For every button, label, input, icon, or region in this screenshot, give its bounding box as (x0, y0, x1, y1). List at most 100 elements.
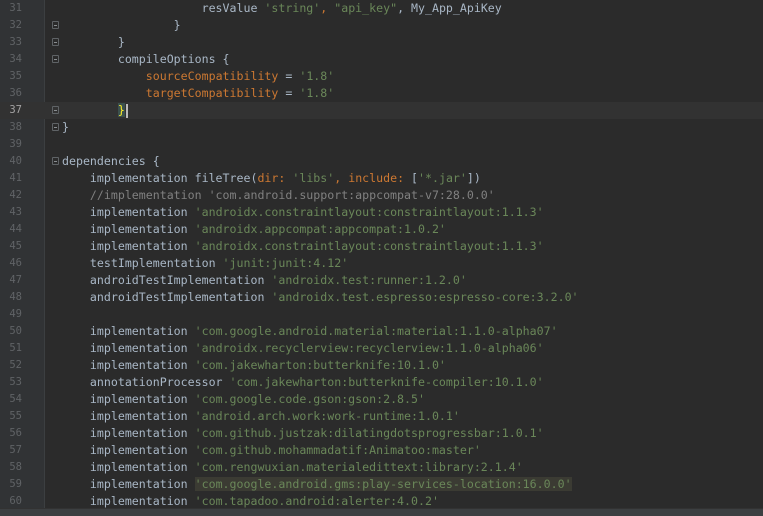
code-token: 'com.github.justzak:dilatingdotsprogress… (194, 426, 544, 440)
code-line[interactable]: 56 implementation 'com.github.justzak:di… (0, 425, 763, 442)
code-text: implementation fileTree(dir: 'libs', inc… (62, 170, 481, 187)
code-token: '*.jar' (418, 171, 467, 185)
code-line[interactable]: 34 compileOptions { (0, 51, 763, 68)
code-line[interactable]: 48 androidTestImplementation 'androidx.t… (0, 289, 763, 306)
code-token: { (152, 154, 160, 168)
code-text: } (62, 34, 125, 51)
text-caret (125, 103, 128, 118)
code-line[interactable]: 44 implementation 'androidx.appcompat:ap… (0, 221, 763, 238)
code-line[interactable]: 32 } (0, 17, 763, 34)
code-line[interactable]: 53 annotationProcessor 'com.jakewharton:… (0, 374, 763, 391)
line-number: 37 (9, 104, 22, 116)
code-token: ]) (466, 171, 481, 185)
code-line[interactable]: 39 (0, 136, 763, 153)
code-token: 'com.jakewharton:butterknife:10.1.0' (194, 358, 446, 372)
code-text: implementation 'androidx.constraintlayou… (62, 238, 544, 255)
line-number: 58 (9, 461, 22, 473)
fold-toggle-icon[interactable] (52, 157, 59, 165)
code-text: implementation 'android.arch.work:work-r… (62, 408, 460, 425)
code-token: implementation (62, 205, 195, 219)
code-text: compileOptions { (62, 51, 230, 68)
code-line[interactable]: 59 implementation 'com.google.android.gm… (0, 476, 763, 493)
code-text: sourceCompatibility = '1.8' (62, 68, 334, 85)
line-number: 38 (9, 121, 22, 133)
code-token: dir: (257, 171, 293, 185)
code-line[interactable]: 55 implementation 'android.arch.work:wor… (0, 408, 763, 425)
code-token: "api_key" (334, 1, 398, 15)
code-token: sourceCompatibility (145, 69, 279, 83)
code-token: androidTestImplementation (62, 290, 272, 304)
code-line[interactable]: 57 implementation 'com.github.mohammadat… (0, 442, 763, 459)
fold-toggle-icon[interactable] (52, 55, 59, 63)
code-line[interactable]: 46 testImplementation 'junit:junit:4.12' (0, 255, 763, 272)
code-token: implementation fileTree( (62, 171, 258, 185)
code-line[interactable]: 45 implementation 'androidx.constraintla… (0, 238, 763, 255)
code-text: dependencies { (62, 153, 160, 170)
line-number: 36 (9, 87, 22, 99)
code-text: implementation 'androidx.constraintlayou… (62, 204, 544, 221)
code-text: implementation 'com.google.code.gson:gso… (62, 391, 425, 408)
code-token: = (278, 86, 300, 100)
code-text: implementation 'androidx.appcompat:appco… (62, 221, 446, 238)
code-text: androidTestImplementation 'androidx.test… (62, 272, 467, 289)
code-editor[interactable]: 31 resValue 'string', "api_key", My_App_… (0, 0, 763, 516)
fold-toggle-icon[interactable] (52, 123, 59, 131)
code-token: implementation (62, 341, 195, 355)
code-token: testImplementation (62, 256, 223, 270)
code-line[interactable]: 43 implementation 'androidx.constraintla… (0, 204, 763, 221)
code-text: implementation 'com.github.mohammadatif:… (62, 442, 481, 459)
code-text: //implementation 'com.android.support:ap… (62, 187, 495, 204)
code-token: implementation (62, 426, 195, 440)
code-token: , My_App_ApiKey (397, 1, 502, 15)
fold-toggle-icon[interactable] (52, 38, 59, 46)
line-number: 49 (9, 308, 22, 320)
code-token: 'com.google.android.material:material:1.… (194, 324, 558, 338)
code-line[interactable]: 35 sourceCompatibility = '1.8' (0, 68, 763, 85)
code-text: implementation 'com.google.android.gms:p… (62, 476, 572, 493)
code-line[interactable]: 33 } (0, 34, 763, 51)
line-number: 43 (9, 206, 22, 218)
code-line[interactable]: 52 implementation 'com.jakewharton:butte… (0, 357, 763, 374)
code-token: '1.8' (299, 69, 335, 83)
line-number: 48 (9, 291, 22, 303)
line-number: 57 (9, 444, 22, 456)
code-line[interactable]: 41 implementation fileTree(dir: 'libs', … (0, 170, 763, 187)
code-text: resValue 'string', "api_key", My_App_Api… (62, 0, 502, 17)
code-line[interactable]: 38} (0, 119, 763, 136)
code-token: [ (411, 171, 419, 185)
code-token: annotationProcessor (62, 375, 230, 389)
code-line[interactable]: 40 dependencies { (0, 153, 763, 170)
code-token: implementation (62, 392, 195, 406)
code-line[interactable]: 49 (0, 306, 763, 323)
code-token: implementation (62, 494, 195, 508)
code-token: implementation (62, 239, 195, 253)
code-token: } (62, 18, 181, 32)
code-token: dependencies (62, 154, 153, 168)
code-line[interactable]: 58 implementation 'com.rengwuxian.materi… (0, 459, 763, 476)
line-number: 39 (9, 138, 22, 150)
code-line[interactable]: 42 //implementation 'com.android.support… (0, 187, 763, 204)
code-token: { (222, 52, 230, 66)
line-number: 54 (9, 393, 22, 405)
code-line[interactable]: 50 implementation 'com.google.android.ma… (0, 323, 763, 340)
fold-toggle-icon[interactable] (52, 106, 59, 114)
code-line[interactable]: 36 targetCompatibility = '1.8' (0, 85, 763, 102)
code-token: , (334, 171, 349, 185)
line-number: 34 (9, 53, 22, 65)
fold-toggle-icon[interactable] (52, 21, 59, 29)
code-token: } (62, 120, 69, 134)
code-text: annotationProcessor 'com.jakewharton:but… (62, 374, 544, 391)
code-line[interactable]: 47 androidTestImplementation 'androidx.t… (0, 272, 763, 289)
line-number: 45 (9, 240, 22, 252)
code-line[interactable]: 54 implementation 'com.google.code.gson:… (0, 391, 763, 408)
line-number: 31 (9, 2, 22, 14)
code-line[interactable]: 37 } (0, 102, 763, 119)
code-line[interactable]: 51 implementation 'androidx.recyclerview… (0, 340, 763, 357)
line-number: 56 (9, 427, 22, 439)
code-line[interactable]: 31 resValue 'string', "api_key", My_App_… (0, 0, 763, 17)
line-number: 59 (9, 478, 22, 490)
line-number: 44 (9, 223, 22, 235)
code-token: } (117, 103, 125, 117)
